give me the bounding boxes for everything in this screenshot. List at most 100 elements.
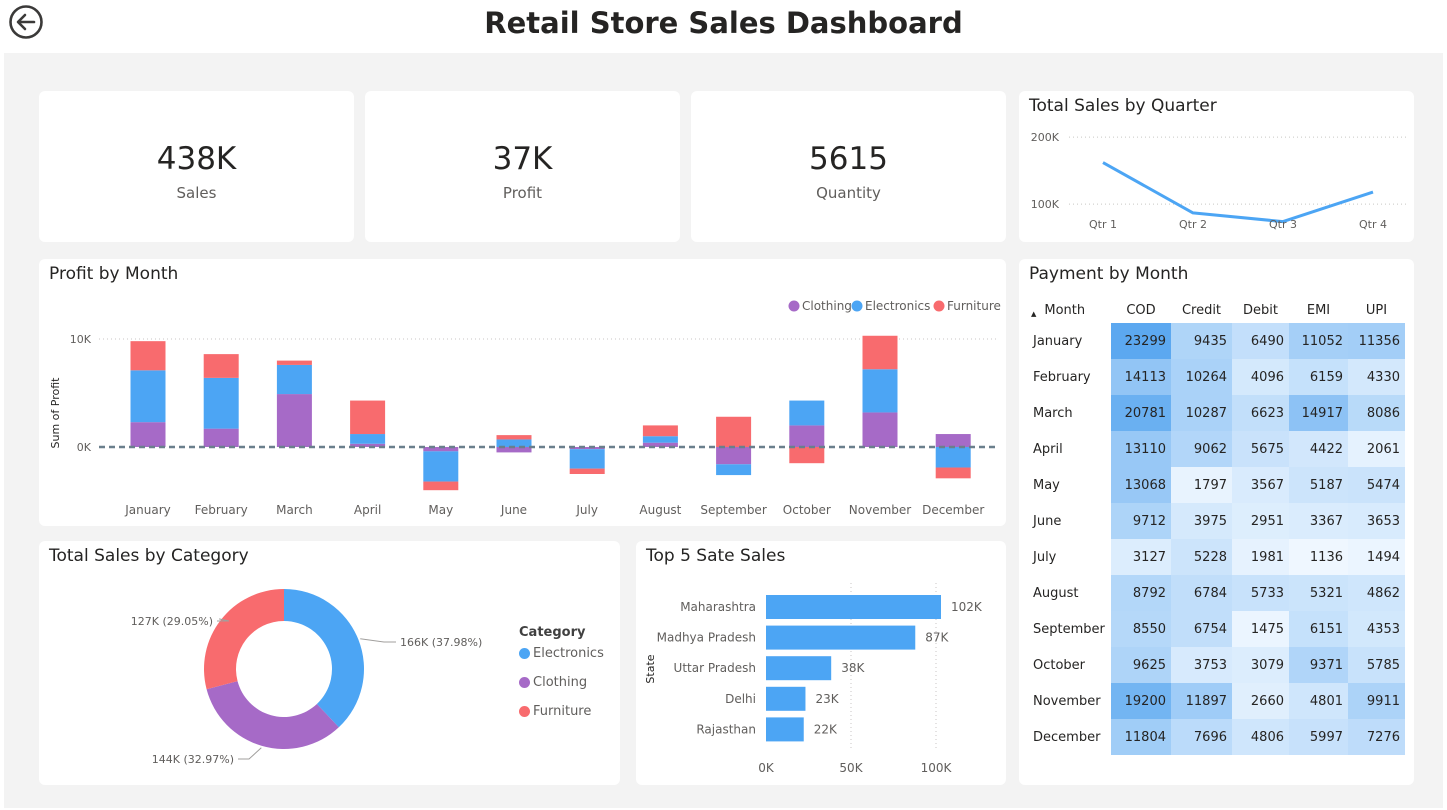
profit-bar-electronics [935,447,971,468]
profit-bar-clothing [130,422,166,447]
profit-bar-furniture [423,481,459,491]
payment-row[interactable]: March 20781 10287 6623 14917 8086 [1027,395,1405,431]
state-category-label: Uttar Pradesh [674,661,756,675]
payment-month-cell: March [1033,405,1073,421]
payment-value-cell: 1494 [1348,539,1405,575]
header-bar: Retail Store Sales Dashboard [0,0,1447,52]
state-chart-card[interactable]: Top 5 Sate Sales 0K 50K 100K State Maharasht… [636,541,1006,785]
quarter-line-chart: 200K 100K Qtr 1 Qtr 2 Qtr 3 Qtr 4 [1031,131,1409,231]
sort-ascending-icon[interactable]: ▲ [1031,310,1036,318]
payment-month-cell: August [1033,585,1079,601]
payment-row[interactable]: February 14113 10264 4096 6159 4330 [1027,359,1405,395]
payment-column-header-emi[interactable]: EMI [1289,297,1348,323]
payment-row[interactable]: August 8792 6784 5733 5321 4862 [1027,575,1405,611]
state-bar [766,625,916,650]
category-chart-card[interactable]: Total Sales by Category 166K (37.98%) 144… [39,541,620,785]
profit-bar-electronics [130,370,166,423]
payment-value-cell: 11052 [1289,323,1348,359]
payment-row[interactable]: December 11804 7696 4806 5997 7276 [1027,719,1405,755]
clothing-dot-icon [519,677,530,688]
payment-value-cell: 20781 [1111,395,1171,431]
payment-row[interactable]: October 9625 3753 3079 9371 5785 [1027,647,1405,683]
payment-value-cell: 9712 [1111,503,1171,539]
payment-value-cell: 8792 [1111,575,1171,611]
kpi-card-sales[interactable]: 438K Sales [39,91,354,242]
payment-value-cell: 7696 [1171,719,1232,755]
payment-value-cell: 5785 [1348,647,1405,683]
state-value-label: 38K [841,661,865,675]
quarter-sales-line [1102,161,1374,224]
payment-value-cell: 9625 [1111,647,1171,683]
payment-row[interactable]: July 3127 5228 1981 1136 1494 [1027,539,1405,575]
payment-value-cell: 4862 [1348,575,1405,611]
payment-row[interactable]: November 19200 11897 2660 4801 9911 [1027,683,1405,719]
quarter-ytick-label: 200K [1031,131,1060,144]
payment-value-cell: 4801 [1289,683,1348,719]
state-xtick-label: 0K [758,761,775,775]
legend-label-clothing: Clothing [533,675,588,690]
payment-value-cell: 3367 [1289,503,1348,539]
payment-column-header-credit[interactable]: Credit [1171,297,1232,323]
payment-value-cell: 5474 [1348,467,1405,503]
payment-value-cell: 4353 [1348,611,1405,647]
legend-item-clothing[interactable]: Clothing [519,675,604,704]
kpi-sales-value: 438K [156,141,237,177]
donut-data-label: 127K (29.05%) [131,615,213,628]
payment-month-cell: September [1033,621,1105,637]
payment-value-cell: 5733 [1232,575,1289,611]
payment-value-cell: 7276 [1348,719,1405,755]
furniture-dot-icon [519,706,530,717]
profit-chart-card[interactable]: Profit by Month Sum of Profit 10K 0K Januar… [39,259,1006,526]
payment-value-cell: 13110 [1111,431,1171,467]
quarter-xtick-label: Qtr 1 [1089,218,1117,231]
profit-bar-electronics [350,434,386,444]
legend-item-electronics[interactable]: Electronics [519,646,604,675]
kpi-card-quantity[interactable]: 5615 Quantity [691,91,1006,242]
profit-bar-electronics [569,449,605,469]
quarter-chart-card[interactable]: Total Sales by Quarter 200K 100K Qtr 1 Qtr … [1019,91,1414,242]
payment-month-cell: April [1033,441,1063,457]
payment-value-cell: 4096 [1232,359,1289,395]
profit-month-label: May [428,503,453,517]
payment-value-cell: 1797 [1171,467,1232,503]
payment-column-header-month[interactable]: ▲ Month [1027,297,1111,323]
payment-value-cell: 1981 [1232,539,1289,575]
payment-value-cell: 3653 [1348,503,1405,539]
payment-row[interactable]: April 13110 9062 5675 4422 2061 [1027,431,1405,467]
payment-value-cell: 10287 [1171,395,1232,431]
payment-header-row: ▲ Month COD Credit Debit EMI UPI [1027,297,1405,323]
payment-column-header-cod[interactable]: COD [1111,297,1171,323]
payment-column-header-debit[interactable]: Debit [1232,297,1289,323]
profit-bar-electronics [716,464,752,476]
payment-value-cell: 2660 [1232,683,1289,719]
category-donut-chart: 166K (37.98%) 144K (32.97%) 127K (29.05%) [131,589,482,766]
payment-row[interactable]: May 13068 1797 3567 5187 5474 [1027,467,1405,503]
state-value-label: 102K [951,600,983,614]
profit-bar-furniture [789,447,825,464]
profit-month-label: October [783,503,831,517]
legend-item-furniture[interactable]: Furniture [519,704,604,733]
payment-value-cell: 5675 [1232,431,1289,467]
payment-value-cell: 11897 [1171,683,1232,719]
profit-bar-electronics [789,400,825,426]
payment-row[interactable]: September 8550 6754 1475 6151 4353 [1027,611,1405,647]
state-bar [766,656,832,681]
quarter-xtick-label: Qtr 3 [1269,218,1297,231]
profit-bar-furniture [935,467,971,479]
profit-month-label: December [922,503,984,517]
state-bar [766,595,941,619]
kpi-quantity-value: 5615 [809,141,888,177]
state-value-label: 22K [814,722,838,736]
payment-row[interactable]: June 9712 3975 2951 3367 3653 [1027,503,1405,539]
page-title: Retail Store Sales Dashboard [484,6,963,40]
payment-row[interactable]: January 23299 9435 6490 11052 11356 [1027,323,1405,359]
payment-value-cell: 8086 [1348,395,1405,431]
payment-column-label: UPI [1365,302,1388,318]
state-value-label: 23K [815,692,839,706]
payment-value-cell: 23299 [1111,323,1171,359]
payment-table-card[interactable]: Payment by Month ▲ Month COD Credit Debit EMI… [1019,259,1414,785]
payment-column-label: Debit [1243,302,1278,318]
payment-column-header-upi[interactable]: UPI [1348,297,1405,323]
kpi-card-profit[interactable]: 37K Profit [365,91,680,242]
profit-bar-furniture [716,416,752,447]
